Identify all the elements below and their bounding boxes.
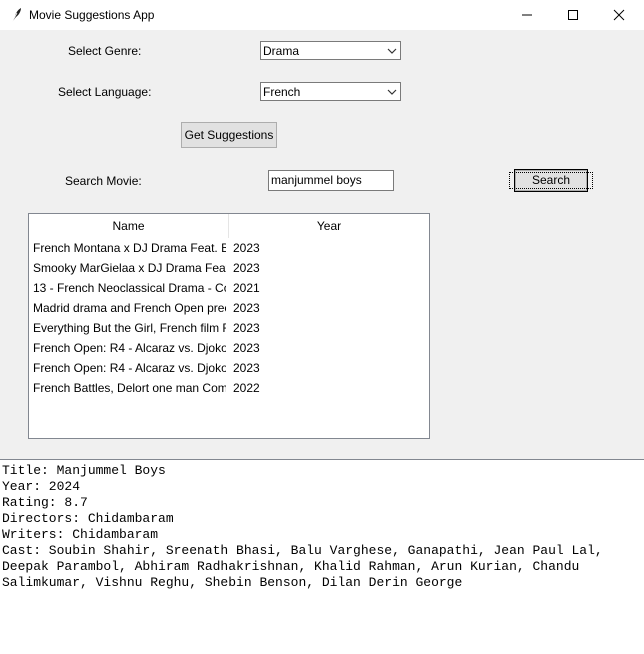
close-button[interactable] [596, 0, 642, 30]
cell-year: 2023 [233, 301, 260, 315]
cell-name: Smooky MarGielaa x DJ Drama Feat. . [33, 261, 226, 275]
language-select-value: French [263, 85, 301, 99]
cell-name: French Open: R4 - Alcaraz vs. Djokov [33, 341, 226, 355]
window-title: Movie Suggestions App [29, 8, 155, 22]
language-label: Select Language: [58, 85, 152, 99]
cell-year: 2021 [233, 281, 260, 295]
get-suggestions-button[interactable]: Get Suggestions [181, 122, 277, 148]
table-row[interactable]: French Open: R4 - Alcaraz vs. Djokov 202… [29, 338, 429, 358]
cell-year: 2023 [233, 241, 260, 255]
chevron-down-icon[interactable] [386, 44, 398, 58]
cell-name: Everything But the Girl, French film F [33, 321, 226, 335]
table-row[interactable]: French Montana x DJ Drama Feat. Be 2023 [29, 238, 429, 258]
cell-name: French Open: R4 - Alcaraz vs. Djokov [33, 361, 226, 375]
cell-year: 2022 [233, 381, 260, 395]
genre-select-value: Drama [263, 44, 300, 58]
genre-label: Select Genre: [68, 44, 142, 58]
cell-year: 2023 [233, 321, 260, 335]
search-field[interactable] [268, 170, 394, 191]
table-row[interactable]: Madrid drama and French Open prec 2023 [29, 298, 429, 318]
movie-details-text[interactable]: Title: Manjummel Boys Year: 2024 Rating:… [0, 459, 644, 654]
minimize-icon [522, 14, 532, 16]
feather-icon [11, 8, 21, 23]
chevron-down-icon[interactable] [386, 85, 398, 99]
cell-name: Madrid drama and French Open prec [33, 301, 226, 315]
cell-name: French Battles, Delort one man Com [33, 381, 226, 395]
search-button-label: Search [508, 172, 594, 189]
cell-year: 2023 [233, 261, 260, 275]
column-header-year[interactable]: Year [229, 214, 429, 238]
minimize-button[interactable] [504, 0, 550, 30]
close-icon [613, 9, 625, 21]
language-select[interactable]: French [260, 82, 401, 101]
cell-year: 2023 [233, 341, 260, 355]
search-input[interactable] [269, 171, 391, 189]
table-row[interactable]: French Open: R4 - Alcaraz vs. Djokov 202… [29, 358, 429, 378]
cell-year: 2023 [233, 361, 260, 375]
table-row[interactable]: 13 - French Neoclassical Drama - Co 2021 [29, 278, 429, 298]
cell-name: French Montana x DJ Drama Feat. Be [33, 241, 226, 255]
maximize-icon [568, 10, 578, 20]
table-row[interactable]: Smooky MarGielaa x DJ Drama Feat. . 2023 [29, 258, 429, 278]
search-button[interactable]: Search [508, 169, 594, 192]
genre-select[interactable]: Drama [260, 41, 401, 60]
results-table[interactable]: Name Year French Montana x DJ Drama Feat… [28, 213, 430, 439]
search-label: Search Movie: [65, 174, 142, 188]
maximize-button[interactable] [550, 0, 596, 30]
table-row[interactable]: French Battles, Delort one man Com 2022 [29, 378, 429, 398]
cell-name: 13 - French Neoclassical Drama - Co [33, 281, 226, 295]
table-row[interactable]: Everything But the Girl, French film F 2… [29, 318, 429, 338]
get-suggestions-label: Get Suggestions [184, 128, 274, 142]
column-header-name[interactable]: Name [29, 214, 228, 238]
table-header: Name Year [29, 214, 429, 238]
title-bar: Movie Suggestions App [0, 0, 644, 30]
